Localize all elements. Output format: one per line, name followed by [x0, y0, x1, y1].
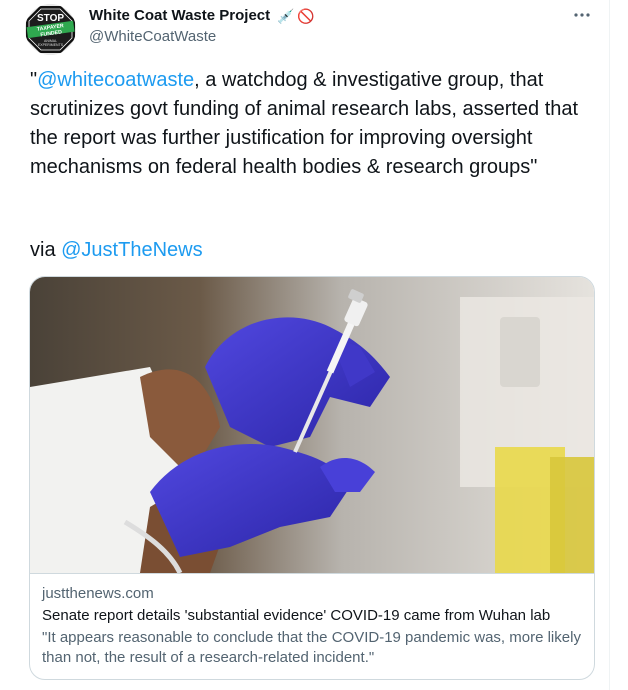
link-card[interactable]: justthenews.com Senate report details 's…	[29, 276, 595, 680]
mention-justthenews[interactable]: @JustTheNews	[61, 239, 202, 261]
more-horizontal-icon	[574, 13, 590, 17]
mention-whitecoatwaste[interactable]: @whitecoatwaste	[37, 69, 194, 91]
card-domain: justthenews.com	[42, 585, 154, 602]
author-handle[interactable]: @WhiteCoatWaste	[89, 28, 216, 45]
card-title: Senate report details 'substantial evide…	[42, 607, 551, 624]
avatar-text-5: EXPERIMENTS	[38, 43, 64, 47]
more-options-button[interactable]	[570, 6, 594, 26]
avatar-text-1: STOP	[37, 13, 64, 24]
via-label: via	[30, 239, 62, 261]
card-image	[30, 277, 594, 573]
stop-logo-icon: STOP TAXPAYER FUNDED ANIMAL EXPERIMENTS	[25, 4, 76, 55]
author-name[interactable]: White Coat Waste Project	[89, 7, 270, 24]
via-line: via @JustTheNews	[30, 236, 203, 265]
card-description: "It appears reasonable to conclude that …	[42, 629, 581, 666]
syringe-icon: 💉	[277, 8, 295, 24]
tweet-text: "@whitecoatwaste, a watchdog & investiga…	[30, 66, 605, 182]
no-entry-icon: 🚫	[297, 8, 315, 24]
card-body: justthenews.com Senate report details 's…	[30, 573, 594, 679]
tweet[interactable]: STOP TAXPAYER FUNDED ANIMAL EXPERIMENTS …	[0, 0, 610, 690]
avatar[interactable]: STOP TAXPAYER FUNDED ANIMAL EXPERIMENTS	[25, 4, 76, 55]
